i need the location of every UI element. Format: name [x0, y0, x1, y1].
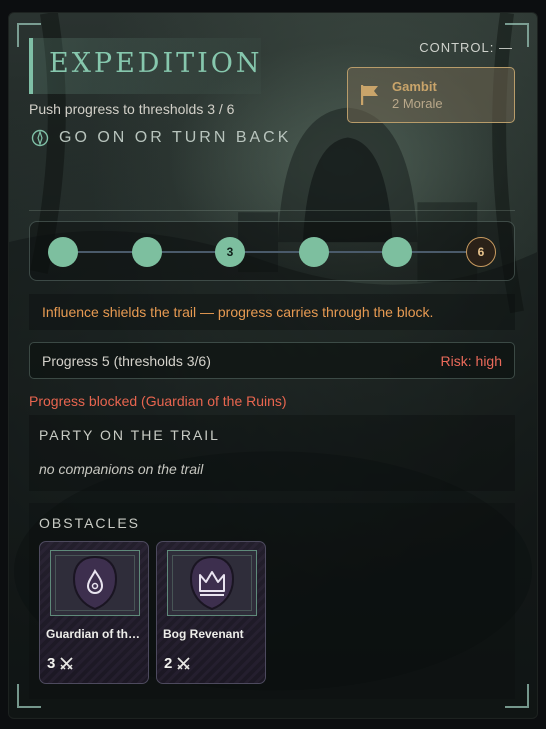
divider [29, 210, 515, 211]
go-on-or-turn-back-prompt[interactable]: GO ON OR TURN BACK [31, 129, 291, 147]
gambit-cost: 2 Morale [392, 96, 443, 111]
crossed-swords-icon [60, 657, 73, 670]
party-title: PARTY ON THE TRAIL [39, 427, 220, 443]
track-node-1 [48, 237, 78, 267]
gambit-name: Gambit [392, 79, 437, 94]
page-title: EXPEDITION [49, 48, 263, 79]
expedition-panel: EXPEDITION CONTROL: — Gambit 2 Morale Pu… [8, 12, 538, 719]
party-empty-text: no companions on the trail [39, 461, 204, 477]
obstacle-power: 3 [47, 655, 74, 672]
track-node-2 [132, 237, 162, 267]
crown-icon [189, 555, 235, 611]
influence-text: Influence shields the trail — progress c… [42, 304, 434, 320]
obstacle-card-guardian[interactable]: Guardian of the Ruins 3 [39, 541, 149, 684]
obstacle-portrait [167, 550, 257, 616]
obstacle-power-value: 2 [164, 655, 173, 672]
progress-text: Progress 5 (thresholds 3/6) [42, 353, 211, 369]
expedition-subtitle: Push progress to thresholds 3 / 6 [29, 101, 235, 117]
track-line [64, 251, 480, 253]
party-section: PARTY ON THE TRAIL no companions on the … [29, 415, 515, 491]
obstacle-portrait [50, 550, 140, 616]
influence-notice: Influence shields the trail — progress c… [29, 294, 515, 330]
obstacle-power: 2 [164, 655, 191, 672]
obstacles-section: OBSTACLES Guardian of the Ruins 3 [29, 503, 515, 699]
blocked-warning: Progress blocked (Guardian of the Ruins) [29, 393, 287, 409]
progress-summary: Progress 5 (thresholds 3/6) Risk: high [29, 342, 515, 379]
control-status: CONTROL: — [419, 40, 513, 55]
choice-label: GO ON OR TURN BACK [59, 129, 292, 146]
obstacle-card-bog-revenant[interactable]: Bog Revenant 2 [156, 541, 266, 684]
risk-label: Risk: high [440, 353, 502, 369]
obstacle-power-value: 3 [47, 655, 56, 672]
progress-track: 3 6 [29, 221, 515, 281]
track-node-threshold-3: 3 [215, 237, 245, 267]
track-node-goal-6: 6 [466, 237, 496, 267]
obstacles-title: OBSTACLES [39, 515, 140, 531]
gambit-button[interactable]: Gambit 2 Morale [347, 67, 515, 123]
flag-icon [361, 85, 378, 105]
track-node-5 [382, 237, 412, 267]
flame-icon [72, 555, 118, 611]
track-node-4 [299, 237, 329, 267]
obstacle-name: Bog Revenant [163, 627, 244, 641]
crossed-swords-icon [177, 657, 190, 670]
compass-icon [31, 129, 49, 147]
title-banner: EXPEDITION [29, 38, 261, 94]
obstacle-name: Guardian of the Ruins [46, 627, 146, 641]
